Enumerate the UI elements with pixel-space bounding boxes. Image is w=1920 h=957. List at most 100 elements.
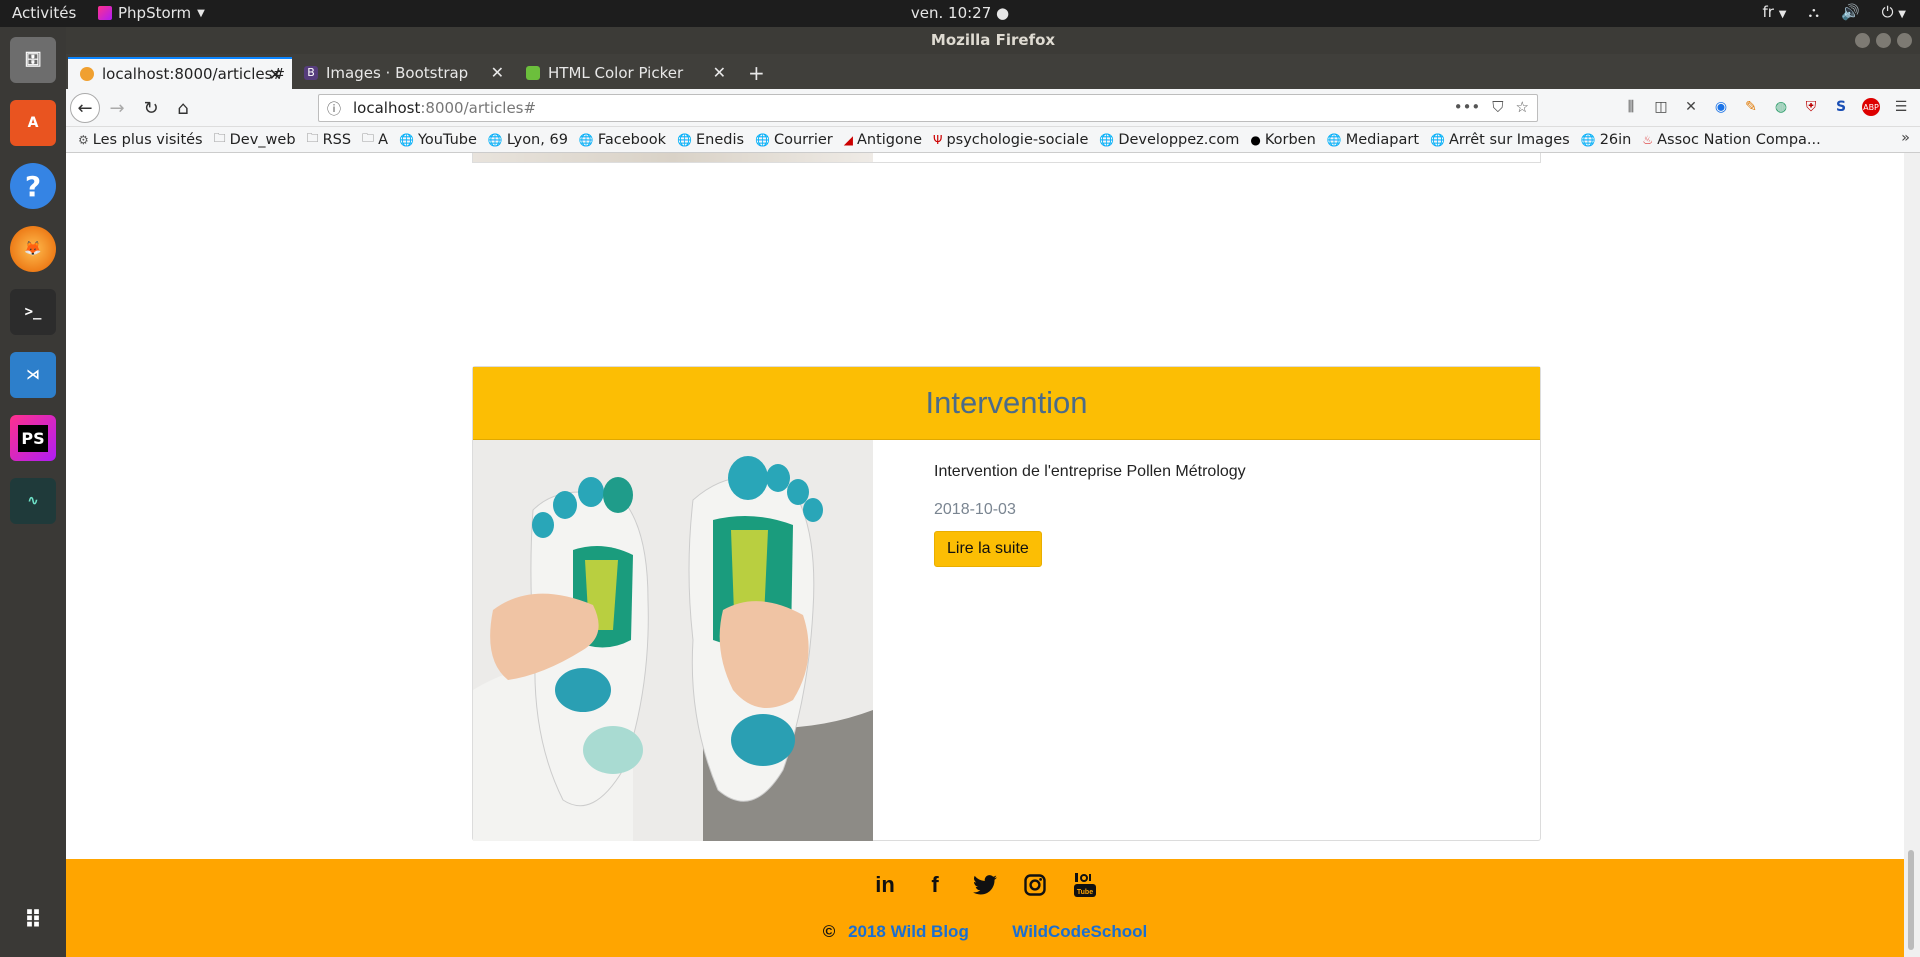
network-icon[interactable]: ⛬ bbox=[1808, 3, 1819, 21]
tab-label: HTML Color Picker bbox=[548, 64, 684, 82]
bookmark-item[interactable]: 🗀 RSS bbox=[307, 129, 352, 150]
extension-s-icon[interactable]: S bbox=[1832, 98, 1850, 116]
minimize-button[interactable] bbox=[1855, 33, 1870, 48]
bookmark-item[interactable]: ⚙ Les plus visités bbox=[78, 132, 203, 148]
flame-icon: ♨ bbox=[1642, 132, 1654, 147]
tab-favicon-icon bbox=[80, 67, 94, 81]
system-monitor-icon[interactable]: ∿ bbox=[10, 478, 56, 524]
x-extension-icon[interactable]: ✕ bbox=[1682, 98, 1700, 116]
close-window-button[interactable] bbox=[1897, 33, 1912, 48]
bookmark-item[interactable]: 🌐 Courrier bbox=[755, 132, 833, 148]
bookmark-item[interactable]: 🌐 Developpez.com bbox=[1099, 132, 1239, 148]
globe-icon: 🌐 bbox=[1326, 132, 1342, 147]
bookmark-label: A bbox=[378, 131, 388, 148]
window-title: Mozilla Firefox bbox=[930, 31, 1056, 49]
bookmark-item[interactable]: Ψpsychologie-sociale bbox=[933, 132, 1088, 148]
language-label: fr bbox=[1762, 3, 1774, 21]
article-image bbox=[473, 440, 873, 841]
bookmark-item[interactable]: ◢ Antigone bbox=[844, 132, 922, 148]
vertical-scrollbar[interactable] bbox=[1904, 153, 1920, 957]
bookmark-star-icon[interactable]: ☆ bbox=[1516, 98, 1529, 116]
help-icon[interactable]: ? bbox=[10, 163, 56, 209]
url-bar[interactable]: ⓘ localhost:8000/articles# ••• ⛉ ☆ bbox=[318, 94, 1538, 122]
extension-badge-icon[interactable]: ◉ bbox=[1712, 98, 1730, 116]
close-tab-icon[interactable]: ✕ bbox=[491, 63, 504, 82]
copyright-line: © 2018 Wild Blog WildCodeSchool bbox=[66, 922, 1904, 942]
close-tab-icon[interactable]: ✕ bbox=[269, 65, 282, 84]
adblock-plus-icon[interactable]: ABP bbox=[1862, 98, 1880, 116]
info-icon[interactable]: ⓘ bbox=[327, 99, 341, 119]
instagram-icon[interactable] bbox=[1021, 871, 1049, 899]
tab-bootstrap[interactable]: B Images · Bootstrap ✕ bbox=[292, 57, 514, 89]
url-host: localhost bbox=[353, 99, 421, 117]
article-header: Intervention bbox=[473, 367, 1540, 440]
firefox-icon[interactable]: 🦊 bbox=[10, 226, 56, 272]
reload-button[interactable]: ↻ bbox=[138, 95, 164, 121]
bookmark-item[interactable]: 🗀 Dev_web bbox=[214, 129, 296, 150]
tab-articles[interactable]: localhost:8000/articles# ✕ bbox=[68, 57, 292, 89]
phpstorm-icon[interactable]: PS bbox=[10, 415, 56, 461]
vscode-icon[interactable]: ⋊ bbox=[10, 352, 56, 398]
bookmark-label: Facebook bbox=[597, 131, 667, 148]
scrollbar-thumb[interactable] bbox=[1908, 850, 1914, 950]
bookmark-item[interactable]: ● Korben bbox=[1250, 132, 1315, 148]
article-body: Intervention de l'entreprise Pollen Métr… bbox=[934, 463, 1246, 567]
read-more-button[interactable]: Lire la suite bbox=[934, 531, 1042, 567]
launcher-dock: 🗄 A ? 🦊 >_ ⋊ PS ∿ ⠿ bbox=[0, 27, 66, 957]
extension-sync-icon[interactable]: ◍ bbox=[1772, 98, 1790, 116]
globe-icon: 🌐 bbox=[1580, 132, 1596, 147]
reflexology-feet-photo bbox=[473, 440, 873, 841]
language-indicator[interactable]: fr ▼ bbox=[1763, 3, 1787, 21]
tab-color-picker[interactable]: HTML Color Picker ✕ bbox=[514, 57, 736, 89]
extension-notes-icon[interactable]: ✎ bbox=[1742, 98, 1760, 116]
volume-icon[interactable]: 🔊 bbox=[1841, 3, 1860, 21]
hamburger-menu-icon[interactable]: ☰ bbox=[1892, 98, 1910, 116]
chevron-down-icon: ▼ bbox=[1778, 9, 1787, 20]
facebook-icon[interactable]: f bbox=[921, 871, 949, 899]
bookmarks-toolbar: ⚙ Les plus visités 🗀 Dev_web 🗀 RSS 🗀 A 🌐 YouT… bbox=[66, 127, 1920, 153]
bootstrap-favicon-icon: B bbox=[304, 66, 318, 80]
bookmark-item[interactable]: 🗀 A bbox=[362, 129, 388, 150]
page-actions-icon[interactable]: ••• bbox=[1454, 98, 1481, 116]
youtube-icon[interactable]: Tube bbox=[1071, 871, 1099, 899]
software-center-icon[interactable]: A bbox=[10, 100, 56, 146]
system-tray[interactable]: fr ▼ ⛬ 🔊 ⏻ ▼ bbox=[1763, 3, 1906, 21]
ublock-icon[interactable]: ⛨ bbox=[1802, 98, 1820, 116]
bookmark-item[interactable]: 🌐 Arrêt sur Images bbox=[1430, 132, 1570, 148]
home-button[interactable]: ⌂ bbox=[170, 95, 196, 121]
forward-button[interactable]: → bbox=[104, 95, 130, 121]
clock[interactable]: ven. 10:27 ● bbox=[0, 4, 1920, 22]
library-icon[interactable]: ⫼ bbox=[1622, 98, 1640, 116]
bookmark-label: Korben bbox=[1264, 131, 1316, 148]
bookmark-item[interactable]: 🌐 Enedis bbox=[677, 132, 744, 148]
bookmark-item[interactable]: 🌐 Lyon, 69 bbox=[488, 132, 568, 148]
power-icon[interactable]: ⏻ ▼ bbox=[1882, 3, 1906, 21]
school-link[interactable]: WildCodeSchool bbox=[1012, 922, 1147, 941]
bookmark-item[interactable]: 🌐 26in bbox=[1581, 132, 1632, 148]
window-controls bbox=[1855, 33, 1912, 48]
close-tab-icon[interactable]: ✕ bbox=[713, 63, 726, 82]
bookmark-item[interactable]: ♨ Assoc Nation Compa... bbox=[1642, 132, 1820, 148]
new-tab-button[interactable]: + bbox=[742, 57, 772, 89]
previous-article-image bbox=[473, 153, 873, 162]
show-apps-icon[interactable]: ⠿ bbox=[10, 897, 56, 943]
more-bookmarks-icon[interactable]: » bbox=[1901, 130, 1910, 146]
copyright-text[interactable]: 2018 Wild Blog bbox=[848, 922, 969, 941]
twitter-icon[interactable] bbox=[971, 871, 999, 899]
pocket-icon[interactable]: ⛉ bbox=[1492, 98, 1503, 116]
files-icon[interactable]: 🗄 bbox=[10, 37, 56, 83]
bookmark-item[interactable]: 🌐 Mediapart bbox=[1327, 132, 1419, 148]
bookmark-item[interactable]: 🌐 YouTube bbox=[399, 132, 477, 148]
folder-icon: 🗀 bbox=[306, 131, 319, 145]
back-button[interactable]: ← bbox=[70, 93, 100, 123]
bookmark-label: Enedis bbox=[695, 131, 745, 148]
bookmark-label: YouTube bbox=[417, 131, 477, 148]
linkedin-icon[interactable]: in bbox=[871, 871, 899, 899]
article-title: Intervention bbox=[925, 385, 1088, 420]
globe-icon: 🌐 bbox=[487, 132, 503, 147]
bookmark-item[interactable]: 🌐 Facebook bbox=[579, 132, 666, 148]
sidebar-icon[interactable]: ◫ bbox=[1652, 98, 1670, 116]
terminal-icon[interactable]: >_ bbox=[10, 289, 56, 335]
url-text: localhost:8000/articles# bbox=[353, 99, 536, 117]
maximize-button[interactable] bbox=[1876, 33, 1891, 48]
